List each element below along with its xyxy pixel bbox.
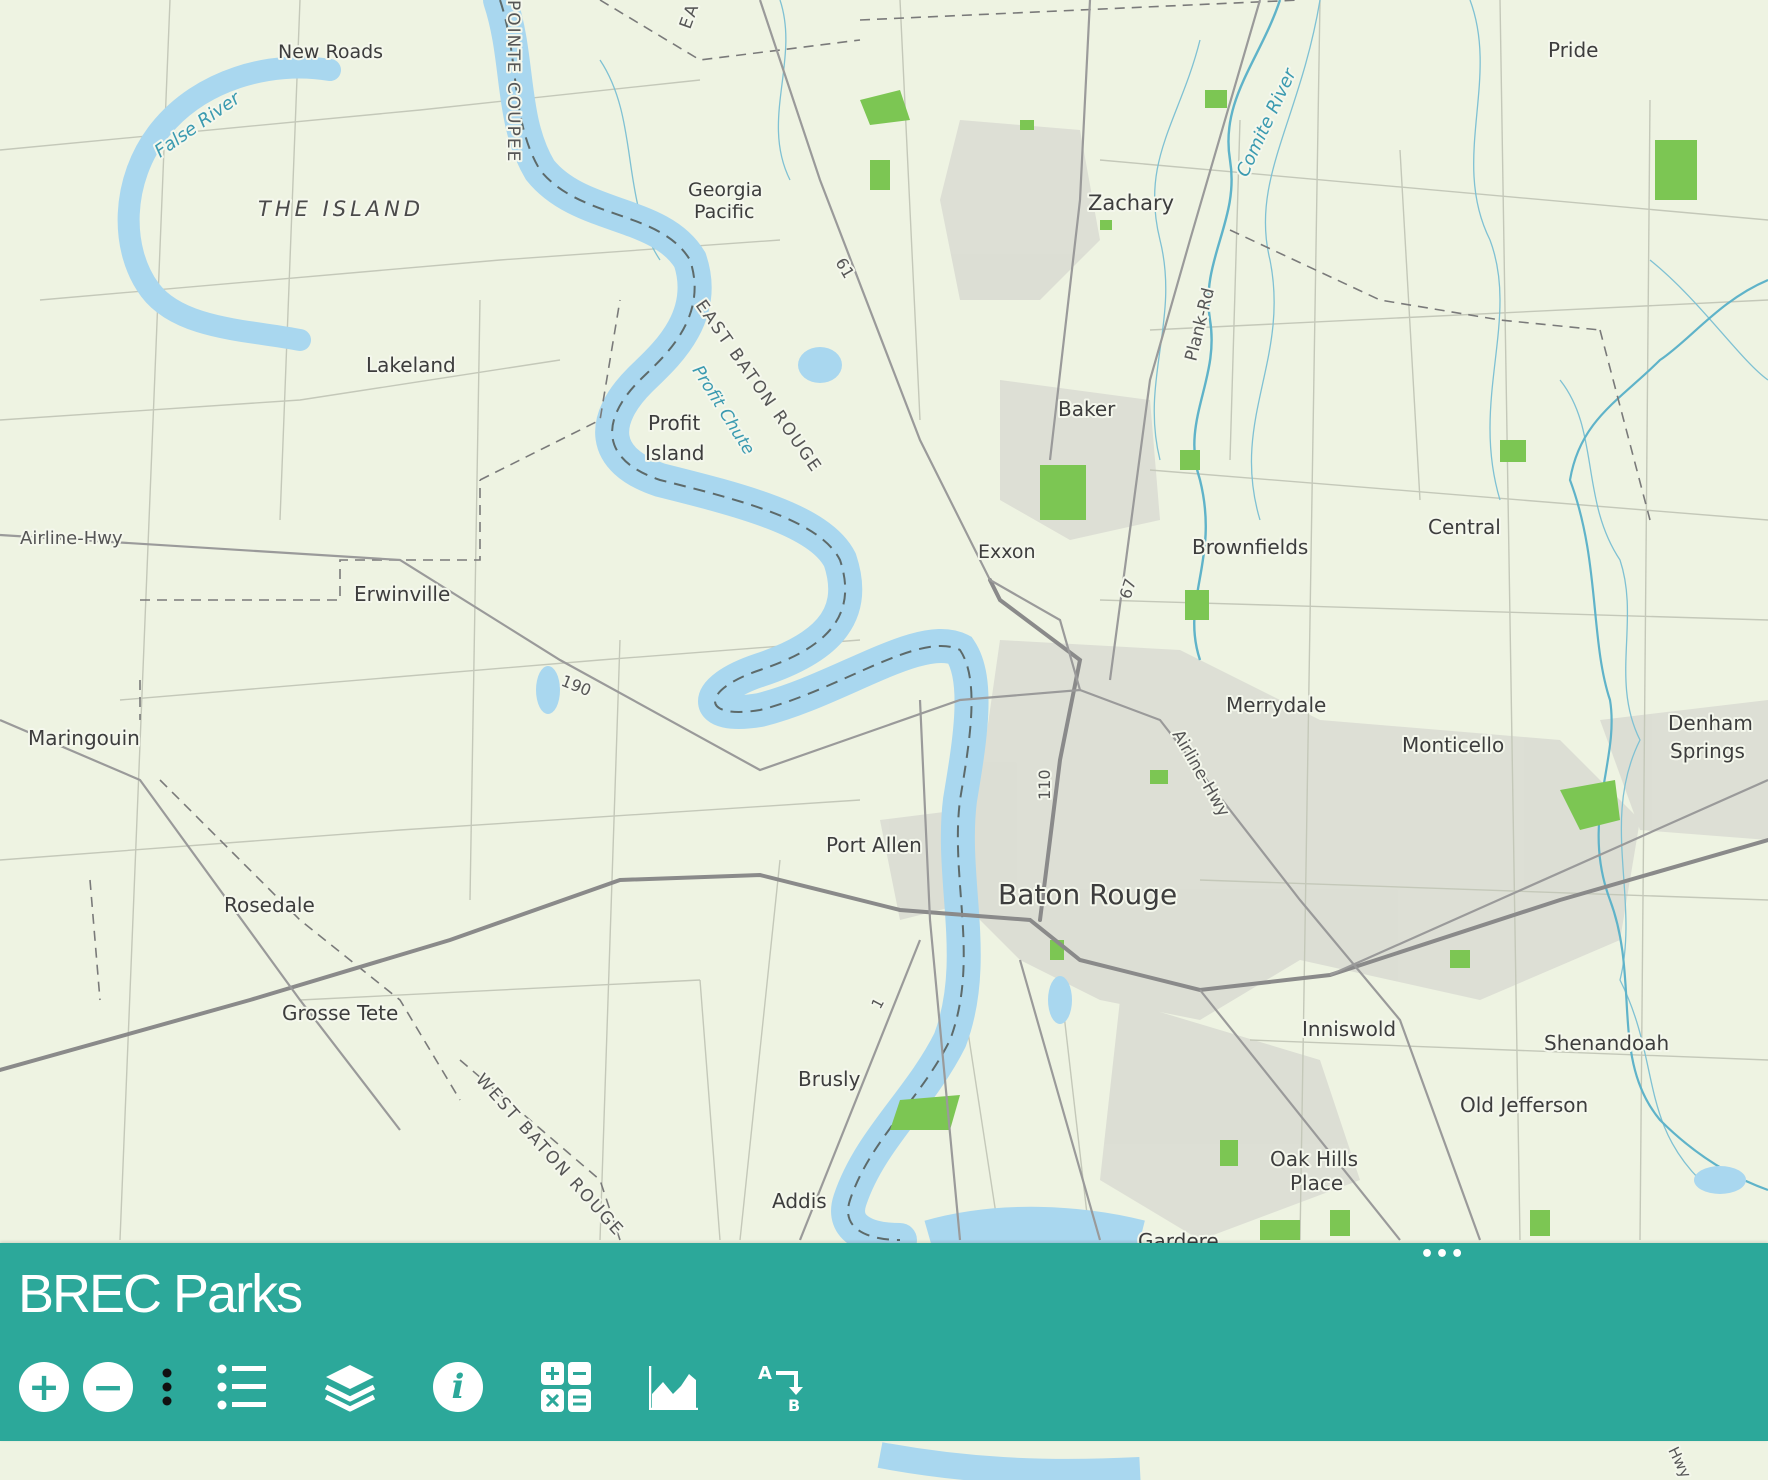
place-label: Erwinville [354,582,450,606]
vertical-ellipsis-icon [162,1368,172,1406]
legend-button[interactable] [212,1355,272,1419]
place-label: Place [1290,1171,1343,1195]
layers-icon [324,1365,376,1412]
place-label: Inniswold [1302,1017,1396,1041]
place-label: Lakeland [366,353,456,377]
measure-button[interactable] [536,1355,596,1419]
place-label: Brownfields [1192,535,1308,559]
svg-text:A: A [758,1363,772,1384]
place-label: Old Jefferson [1460,1093,1588,1117]
info-icon: i [433,1362,483,1412]
place-label: Grosse Tete [282,1001,398,1025]
directions-icon: A B [758,1363,803,1413]
place-label: Merrydale [1226,693,1326,717]
zoom-in-icon: + [19,1362,69,1412]
place-label: Monticello [1402,733,1504,757]
app-panel: BREC Parks ••• + − i A B [0,1243,1768,1441]
elevation-profile-icon [649,1366,698,1410]
place-label: Exxon [978,541,1036,563]
place-label: Shenandoah [1544,1031,1669,1055]
zoom-in-button[interactable]: + [18,1355,70,1419]
road-label: 110 [1035,769,1054,800]
place-label: Georgia [688,179,763,201]
place-label: Brusly [798,1067,861,1091]
more-tools-button[interactable] [152,1355,182,1419]
place-label: Oak Hills [1270,1147,1358,1171]
road-label: Airline-Hwy [20,528,123,549]
svg-text:B: B [788,1396,800,1413]
place-label: Pride [1548,38,1599,62]
place-label: Rosedale [224,893,315,917]
calculator-icon [541,1362,591,1412]
place-label: Island [645,441,705,465]
elevation-profile-button[interactable] [644,1355,704,1419]
place-label: Baker [1058,397,1116,421]
zoom-out-icon: − [83,1362,133,1412]
directions-button[interactable]: A B [752,1355,812,1419]
place-label: New Roads [278,41,383,63]
place-label: Springs [1670,739,1745,763]
place-label: Addis [772,1189,827,1213]
place-label: Baton Rouge [998,878,1177,911]
app-title: BREC Parks [18,1264,303,1324]
place-label: Denham [1668,711,1753,735]
place-label: Central [1428,515,1501,539]
place-label: Pacific [694,201,754,223]
place-label: Maringouin [28,726,140,750]
parish-label: POINTE COUPEE [503,0,523,163]
region-label: THE ISLAND [258,197,424,221]
place-label: Port Allen [826,833,922,857]
place-label: Zachary [1088,191,1174,215]
layers-button[interactable] [320,1355,380,1419]
more-horizontal-icon[interactable]: ••• [1420,1244,1464,1266]
info-button[interactable]: i [428,1355,488,1419]
legend-list-icon [217,1364,266,1410]
place-label: Profit [648,411,700,435]
zoom-out-button[interactable]: − [82,1355,134,1419]
